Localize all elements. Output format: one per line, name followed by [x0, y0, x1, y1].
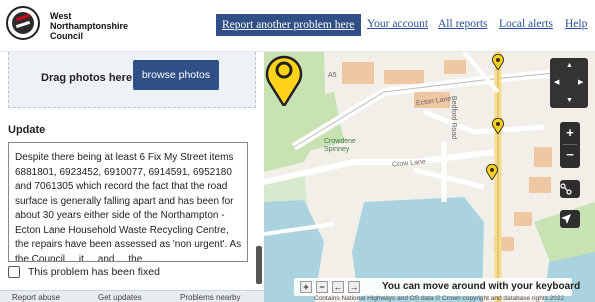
- sidebar-scrollbar[interactable]: [256, 246, 262, 284]
- key-plus-icon: +: [300, 281, 312, 293]
- map-label-road-c: Bedford Road: [450, 95, 458, 140]
- report-another-problem-link[interactable]: Report another problem here: [216, 14, 361, 36]
- fixed-checkbox[interactable]: [8, 266, 20, 278]
- pan-left-icon[interactable]: ◀: [554, 79, 559, 86]
- help-link[interactable]: Help: [565, 18, 587, 30]
- map-credits: Contains National Highways and OS data ©…: [314, 295, 565, 302]
- update-text: Despite there being at least 6 Fix My St…: [15, 152, 242, 262]
- council-name: West Northamptonshire Council: [50, 11, 129, 41]
- zoom-out-button[interactable]: −: [560, 144, 580, 166]
- update-textarea[interactable]: Despite there being at least 6 Fix My St…: [8, 142, 248, 262]
- map-zoom-control: + −: [560, 122, 580, 168]
- map-label-bridge: A5: [328, 72, 337, 79]
- keyboard-hint-bar: + − ← → You can move around with your ke…: [294, 278, 580, 296]
- update-label: Update: [8, 124, 46, 136]
- zoom-in-button[interactable]: +: [560, 122, 580, 144]
- get-updates-link[interactable]: Get updates: [98, 293, 142, 302]
- pan-up-icon[interactable]: ▲: [566, 62, 573, 69]
- problems-nearby-link[interactable]: Problems nearby: [180, 293, 240, 302]
- keyboard-hint-text: You can move around with your keyboard: [382, 281, 581, 292]
- map-pan-control[interactable]: ▲ ◀ ▶ ▼: [550, 58, 588, 108]
- all-reports-link[interactable]: All reports: [438, 18, 488, 30]
- local-alerts-link[interactable]: Local alerts: [499, 18, 553, 30]
- map-layers-button[interactable]: [560, 180, 580, 198]
- map-label-crowdene: Crowdene Spinney: [324, 138, 356, 153]
- report-pin-icon[interactable]: [492, 54, 504, 70]
- location-arrow-icon: [561, 214, 571, 224]
- your-account-link[interactable]: Your account: [367, 18, 428, 30]
- sidebar-footer-links: Report abuse Get updates Problems nearby: [0, 290, 264, 302]
- fixed-checkbox-label: This problem has been fixed: [28, 266, 160, 278]
- key-minus-icon: −: [316, 281, 328, 293]
- report-sidebar: Drag photos here or browse photos Update…: [0, 52, 264, 302]
- report-pin-icon[interactable]: [492, 118, 504, 134]
- photo-dropzone[interactable]: Drag photos here or browse photos: [8, 52, 256, 108]
- drag-photos-text: Drag photos here or: [41, 72, 147, 84]
- site-header: West Northamptonshire Council Report ano…: [0, 0, 595, 52]
- key-right-icon: →: [348, 281, 360, 293]
- selected-report-pin-icon[interactable]: [264, 52, 304, 106]
- report-abuse-link[interactable]: Report abuse: [12, 293, 60, 302]
- pan-down-icon[interactable]: ▼: [566, 97, 573, 104]
- report-pin-icon[interactable]: [486, 164, 498, 180]
- pan-right-icon[interactable]: ▶: [578, 79, 583, 86]
- route-icon: [560, 183, 572, 195]
- council-logo[interactable]: [6, 6, 40, 40]
- map-canvas: [264, 52, 595, 302]
- geolocate-button[interactable]: [560, 210, 580, 228]
- key-left-icon: ←: [332, 281, 344, 293]
- map-view[interactable]: A5 Crowdene Spinney Ecton Lane Crow Lane…: [264, 52, 595, 302]
- browse-photos-button[interactable]: browse photos: [133, 60, 219, 90]
